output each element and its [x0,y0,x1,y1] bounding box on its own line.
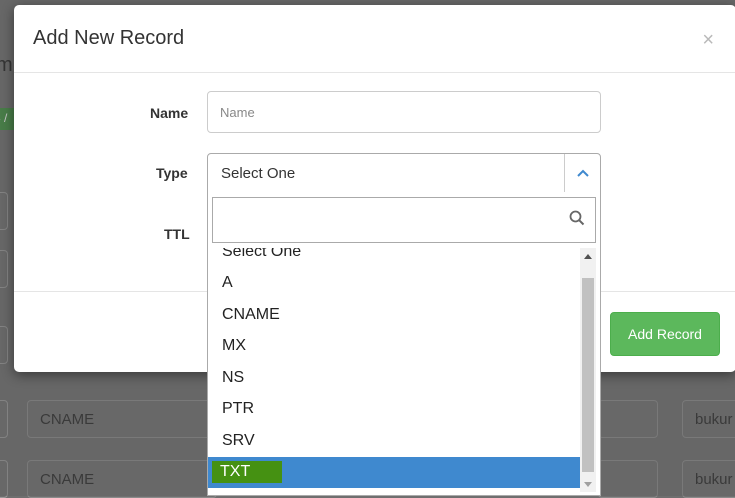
type-select[interactable]: Select One [207,153,601,193]
dropdown-scrollbar[interactable] [580,248,596,492]
option-list: Select One A CNAME MX NS PTR SRV TXT [208,248,580,495]
dropdown-search [212,197,596,243]
type-select-value: Select One [221,165,296,182]
search-icon [569,210,585,231]
dropdown-search-input[interactable] [213,198,553,242]
modal-title: Add New Record [33,27,185,49]
option-a[interactable]: A [208,268,580,300]
option-ptr[interactable]: PTR [208,394,580,426]
close-button[interactable]: × [702,30,714,50]
add-record-button[interactable]: Add Record [610,312,720,356]
scroll-down-arrow-icon[interactable] [580,476,596,492]
option-cname[interactable]: CNAME [208,299,580,331]
modal-header: Add New Record × [14,5,735,73]
type-label: Type [156,165,188,181]
name-label: Name [150,105,189,121]
option-txt[interactable]: TXT [208,456,580,488]
option-ns[interactable]: NS [208,362,580,394]
option-select-one[interactable]: Select One [208,248,580,268]
chevron-up-icon[interactable] [564,154,600,192]
ttl-label: TTL [164,226,190,242]
option-srv[interactable]: SRV [208,425,580,457]
scrollbar-thumb[interactable] [582,278,594,472]
scroll-up-arrow-icon[interactable] [580,248,596,264]
type-dropdown: Select One A CNAME MX NS PTR SRV TXT [207,192,601,496]
name-input[interactable] [207,91,601,133]
option-mx[interactable]: MX [208,331,580,363]
